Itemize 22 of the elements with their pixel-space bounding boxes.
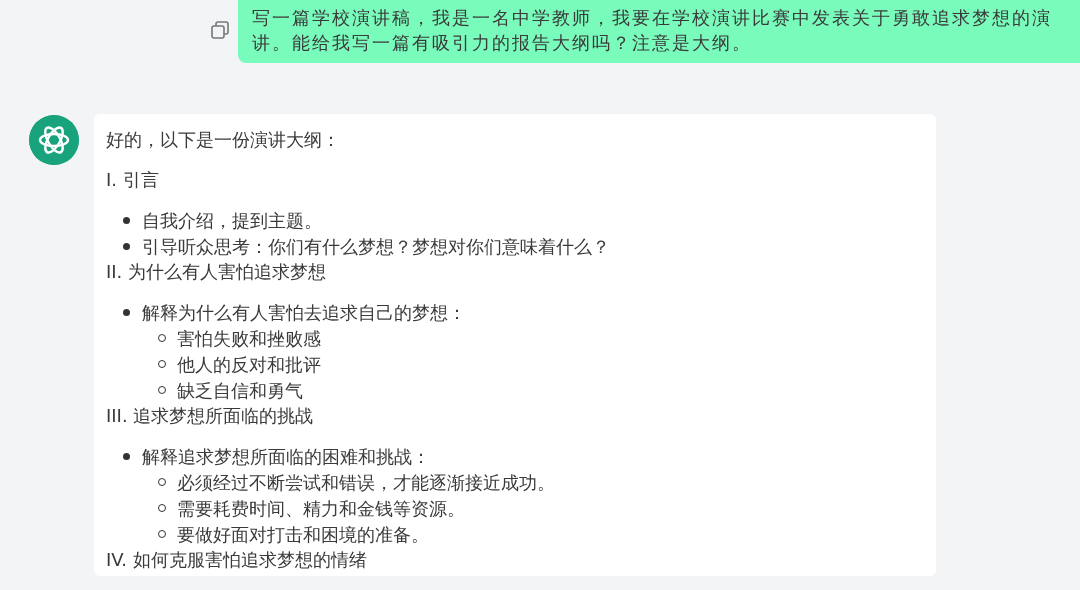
- user-message: 写一篇学校演讲稿，我是一名中学教师，我要在学校演讲比赛中发表关于勇敢追求梦想的演讲。能给我写一篇有吸引力的报告大纲吗？注意是大纲。: [238, 0, 1080, 63]
- intro-text: 好的，以下是一份演讲大纲：: [106, 128, 341, 152]
- bullet-icon: [123, 308, 130, 316]
- logo-icon: [29, 115, 79, 165]
- section-heading: I. 引言: [106, 168, 160, 192]
- list-item: 他人的反对和批评: [177, 352, 321, 377]
- section-heading: III. 追求梦想所面临的挑战: [106, 404, 315, 428]
- bullet-icon: [123, 242, 130, 250]
- bullet-icon: [123, 216, 130, 224]
- bullet-icon: [123, 452, 130, 460]
- list-item: 解释追求梦想所面临的困难和挑战：: [142, 444, 430, 469]
- section-heading: IV. 如何克服害怕追求梦想的情绪: [106, 548, 368, 572]
- list-item: 必须经过不断尝试和错误，才能逐渐接近成功。: [177, 470, 555, 495]
- list-item: 害怕失败和挫败感: [177, 326, 321, 351]
- list-item: 解释为什么有人害怕去追求自己的梦想：: [142, 300, 466, 325]
- section-heading: II. 为什么有人害怕追求梦想: [106, 260, 328, 284]
- list-item: 要做好面对打击和困境的准备。: [177, 522, 429, 547]
- list-item: 引导听众思考：你们有什么梦想？梦想对你们意味着什么？: [142, 234, 610, 259]
- list-item: 需要耗费时间、精力和金钱等资源。: [177, 496, 465, 521]
- copy-icon[interactable]: [210, 20, 230, 40]
- list-item: 自我介绍，提到主题。: [142, 208, 322, 233]
- list-item: 缺乏自信和勇气: [177, 378, 303, 403]
